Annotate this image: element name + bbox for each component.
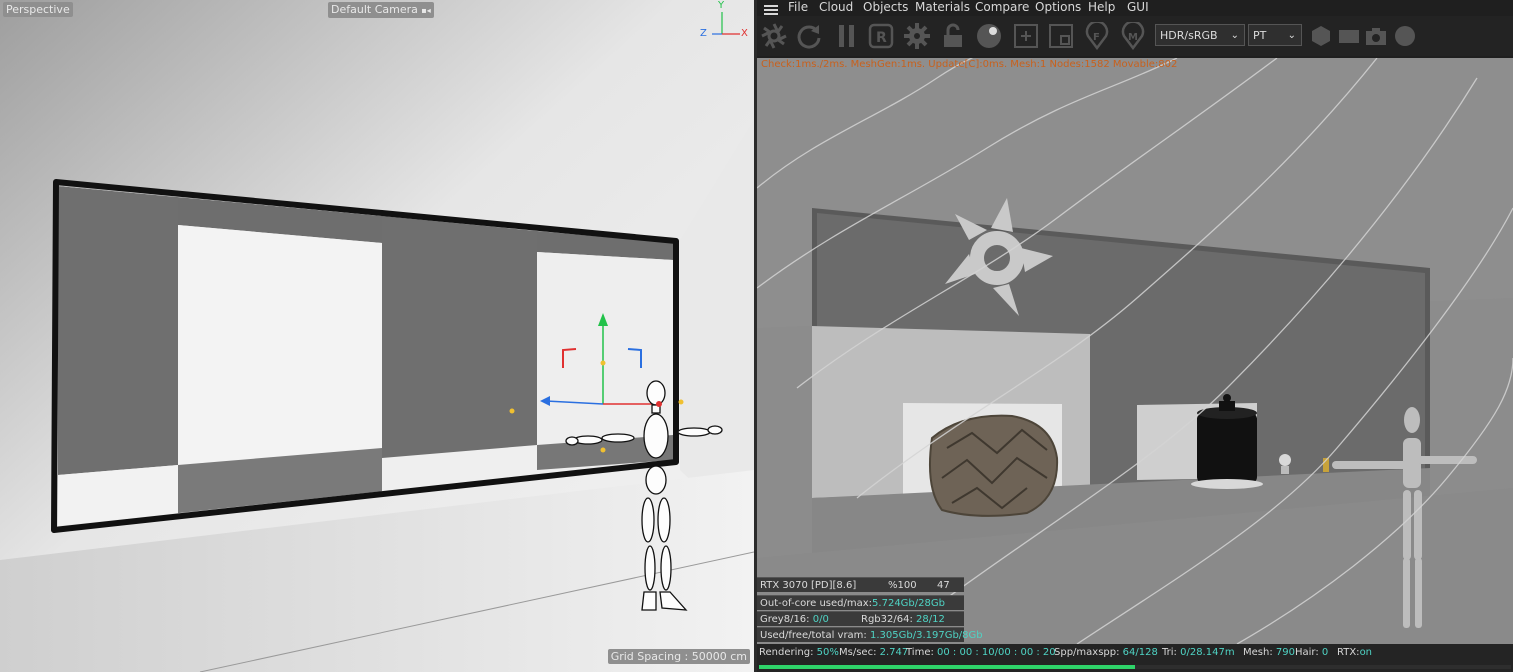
menu-materials[interactable]: Materials xyxy=(915,0,970,14)
menu-file[interactable]: File xyxy=(788,0,808,14)
film-region-icon[interactable] xyxy=(1047,22,1075,50)
status-tri-value: 0/28.147m xyxy=(1180,647,1235,658)
menu-gui[interactable]: GUI xyxy=(1127,0,1149,14)
status-hair-value: 0 xyxy=(1321,647,1329,658)
status-time-label: Time: xyxy=(906,647,934,658)
status-rendering-label: Rendering: xyxy=(759,647,814,658)
menu-help[interactable]: Help xyxy=(1088,0,1115,14)
status-tri-label: Tri: xyxy=(1162,647,1177,658)
grid-spacing-label: Grid Spacing : 50000 cm xyxy=(607,649,750,664)
status-ms-value: 2.747 xyxy=(879,647,909,658)
status-ms: Ms/sec: 2.747 xyxy=(839,647,908,658)
status-spp: Spp/maxspp: 64/128 xyxy=(1054,647,1158,658)
perspective-viewport[interactable]: Y Z X Perspective Default Camera ▪◂ Grid… xyxy=(0,0,754,672)
status-hair-label: Hair: xyxy=(1295,647,1319,658)
status-rtx-value: on xyxy=(1359,647,1373,658)
render-image[interactable]: Check:1ms./2ms. MeshGen:1ms. Update[C]:0… xyxy=(757,58,1513,644)
menu-compare[interactable]: Compare xyxy=(975,0,1029,14)
hud-rgb-label: Rgb32/64: xyxy=(861,614,913,625)
hud-rgb-group: Rgb32/64: 28/12 xyxy=(861,612,945,627)
render-status-bar: Rendering: 50% Ms/sec: 2.747 Time: 00 : … xyxy=(757,644,1513,672)
camera-icon[interactable] xyxy=(1364,24,1388,48)
hud-grey-value: 0/0 xyxy=(812,614,829,625)
hud-out-of-core-value: 5.724Gb/28Gb xyxy=(872,598,945,609)
material-ball-icon[interactable] xyxy=(975,22,1003,50)
status-tri: Tri: 0/28.147m xyxy=(1162,647,1235,658)
status-mesh-label: Mesh: xyxy=(1243,647,1273,658)
kernel-select[interactable]: PT ⌄ xyxy=(1248,24,1302,46)
settings-gear-icon[interactable] xyxy=(903,22,931,50)
render-progress-bar xyxy=(759,665,1511,669)
hamburger-menu-icon[interactable] xyxy=(764,1,778,15)
region-render-icon[interactable]: R xyxy=(867,22,895,50)
colorspace-value: HDR/sRGB xyxy=(1160,29,1218,42)
axis-x-label: X xyxy=(741,28,748,39)
render-progress-fill xyxy=(759,665,1135,669)
hud-gpu-temp: 47 xyxy=(937,580,950,591)
octane-logo-icon[interactable] xyxy=(760,22,788,50)
status-mesh-value: 790 xyxy=(1275,647,1295,658)
hud-gpu-name: RTX 3070 [PD][8.6] xyxy=(760,580,857,591)
menu-cloud[interactable]: Cloud xyxy=(819,0,853,14)
viewport-camera-label[interactable]: Default Camera ▪◂ xyxy=(328,2,434,18)
viewport-perspective-label[interactable]: Perspective xyxy=(3,2,73,17)
render-stats-line: Check:1ms./2ms. MeshGen:1ms. Update[C]:0… xyxy=(761,59,1178,70)
viewport-scene xyxy=(0,0,754,672)
colorspace-select[interactable]: HDR/sRGB ⌄ xyxy=(1155,24,1245,46)
status-rtx-label: RTX: xyxy=(1337,647,1360,658)
chevron-down-icon: ⌄ xyxy=(1287,30,1296,41)
svg-text:M: M xyxy=(1128,32,1138,43)
axis-z-label: Z xyxy=(700,28,707,39)
octane-live-viewer: File Cloud Objects Materials Compare Opt… xyxy=(757,0,1513,672)
refresh-icon[interactable] xyxy=(795,22,823,50)
camera-name: Default Camera xyxy=(331,3,418,16)
hud-out-of-core-label: Out-of-core used/max: xyxy=(760,598,873,609)
hud-vram-row: Used/free/total vram: 1.305Gb/3.197Gb/8G… xyxy=(757,627,983,642)
hud-rgb-value: 28/12 xyxy=(916,614,945,625)
viewer-menu-bar: File Cloud Objects Materials Compare Opt… xyxy=(757,0,1513,15)
record-icon[interactable] xyxy=(1393,24,1417,48)
status-time: Time: 00 : 00 : 10/00 : 00 : 20 xyxy=(906,647,1056,658)
hud-out-of-core-row: Out-of-core used/max:5.724Gb/28Gb xyxy=(757,595,964,610)
chevron-down-icon: ⌄ xyxy=(1230,30,1239,41)
menu-options[interactable]: Options xyxy=(1035,0,1081,14)
status-ms-label: Ms/sec: xyxy=(839,647,877,658)
status-rendering-value: 50% xyxy=(816,647,839,658)
render-scene xyxy=(757,58,1513,644)
focus-pick-icon[interactable]: F xyxy=(1083,20,1111,51)
svg-text:R: R xyxy=(876,30,887,46)
box-icon[interactable] xyxy=(1337,24,1361,48)
hud-vram-label: Used/free/total vram: xyxy=(760,630,867,641)
cube-icon[interactable] xyxy=(1309,24,1333,48)
axis-y-label: Y xyxy=(718,0,725,11)
status-spp-label: Spp/maxspp: xyxy=(1054,647,1120,658)
camera-dropdown-icon: ▪◂ xyxy=(421,6,431,15)
status-mesh: Mesh: 790 xyxy=(1243,647,1295,658)
menu-objects[interactable]: Objects xyxy=(863,0,908,14)
status-rendering: Rendering: 50% xyxy=(759,647,839,658)
hud-texture-row: Grey8/16: 0/0 Rgb32/64: 28/12 xyxy=(757,611,964,626)
viewer-toolbar: R F M HDR/sRGB ⌄ PT ⌄ xyxy=(757,16,1513,56)
svg-text:F: F xyxy=(1093,32,1100,43)
status-time-value: 00 : 00 : 10/00 : 00 : 20 xyxy=(937,647,1056,658)
material-pick-icon[interactable]: M xyxy=(1119,20,1147,51)
pause-icon[interactable] xyxy=(833,22,861,50)
hud-gpu-percent: %100 xyxy=(888,580,917,591)
lock-icon[interactable] xyxy=(939,22,967,50)
add-region-icon[interactable] xyxy=(1012,22,1040,50)
status-hair: Hair: 0 xyxy=(1295,647,1328,658)
hud-vram-value: 1.305Gb/3.197Gb/8Gb xyxy=(869,630,983,641)
hud-grey-label: Grey8/16: xyxy=(760,614,810,625)
hud-gpu-row: RTX 3070 [PD][8.6] %100 47 xyxy=(757,577,964,592)
kernel-value: PT xyxy=(1253,29,1267,42)
status-spp-value: 64/128 xyxy=(1122,647,1158,658)
status-rtx: RTX:on xyxy=(1337,647,1372,658)
